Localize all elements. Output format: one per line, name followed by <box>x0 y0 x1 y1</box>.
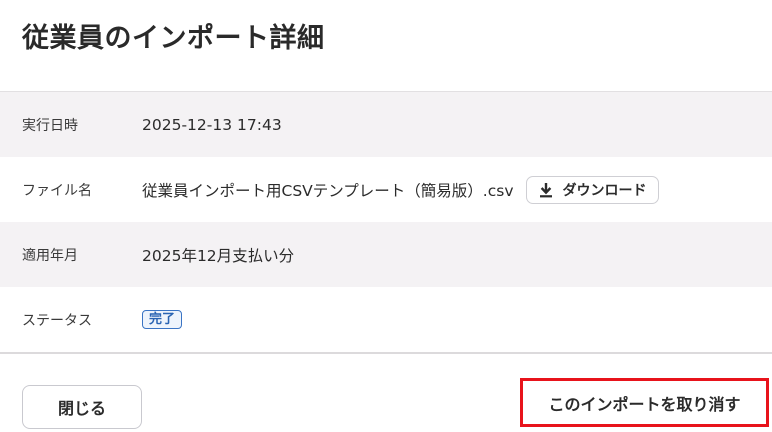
status-row: ステータス 完了 <box>0 287 772 352</box>
applied-month-row: 適用年月 2025年12月支払い分 <box>0 222 772 287</box>
file-name-label: ファイル名 <box>22 182 92 199</box>
executed-at-row: 実行日時 2025-12-13 17:43 <box>0 92 772 157</box>
footer-divider <box>0 352 772 354</box>
executed-at-value: 2025-12-13 17:43 <box>142 115 282 134</box>
status-cell: 完了 <box>142 310 183 329</box>
import-details-table: 実行日時 2025-12-13 17:43 ファイル名 従業員インポート用CSV… <box>0 92 772 352</box>
page-title: 従業員のインポート詳細 <box>22 23 325 54</box>
download-button[interactable]: ダウンロード <box>525 175 659 204</box>
file-name-value: 従業員インポート用CSVテンプレート（簡易版）.csv <box>142 181 514 200</box>
status-badge: 完了 <box>142 310 183 329</box>
cancel-import-button[interactable]: このインポートを取り消す <box>520 378 769 427</box>
file-name-row: ファイル名 従業員インポート用CSVテンプレート（簡易版）.csv ダウンロード <box>0 157 772 222</box>
status-label: ステータス <box>22 312 92 329</box>
applied-month-value: 2025年12月支払い分 <box>142 246 295 265</box>
executed-at-label: 実行日時 <box>22 117 78 134</box>
download-icon <box>539 182 552 197</box>
file-name-cell: 従業員インポート用CSVテンプレート（簡易版）.csv ダウンロード <box>142 175 659 204</box>
download-button-label: ダウンロード <box>562 181 647 198</box>
close-button[interactable]: 閉じる <box>22 385 142 429</box>
applied-month-label: 適用年月 <box>22 247 78 264</box>
